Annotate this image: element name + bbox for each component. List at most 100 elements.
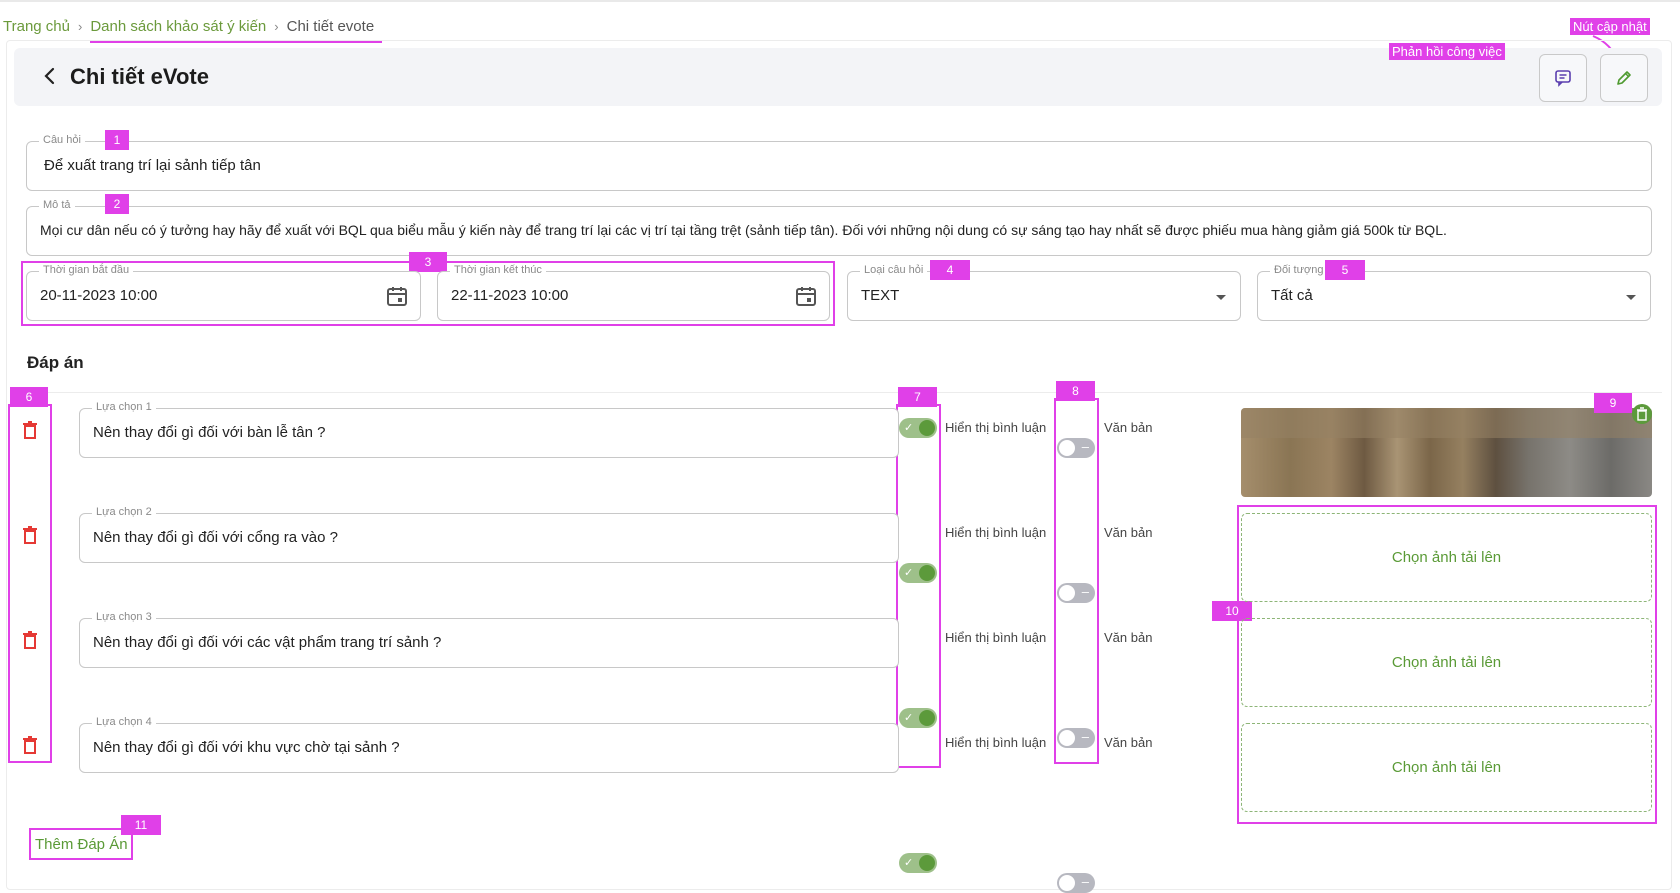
delete-image-button[interactable] [1632, 404, 1652, 424]
answer-option-field[interactable]: Lựa chọn 4 Nên thay đổi gì đối với khu vự… [79, 716, 899, 773]
page-title: Chi tiết eVote [70, 64, 209, 89]
answer-option-value: Nên thay đổi gì đối với khu vực chờ tại … [93, 739, 400, 756]
upload-image-button[interactable]: Chọn ảnh tải lên [1241, 723, 1652, 812]
end-time-value: 22-11-2023 10:00 [451, 287, 569, 304]
trash-icon [23, 736, 37, 754]
feedback-button[interactable] [1539, 54, 1587, 102]
chevron-left-icon [44, 67, 55, 85]
minus-icon: – [1081, 874, 1089, 889]
text-answer-label: Văn bản [1104, 630, 1153, 645]
add-answer-button[interactable]: Thêm Đáp Án [35, 836, 128, 853]
delete-answer-button[interactable] [18, 523, 42, 547]
show-comments-label: Hiển thị bình luận [945, 525, 1047, 540]
annotation-badge-3: 3 [409, 252, 447, 272]
annotation-badge-9: 9 [1594, 393, 1632, 413]
trash-icon [23, 421, 37, 439]
feedback-annotation: Phản hồi công việc [1389, 43, 1505, 60]
question-type-value: TEXT [861, 287, 900, 304]
text-answer-toggle[interactable]: – [1057, 728, 1095, 748]
answer-option-label: Lựa chọn 4 [92, 716, 156, 728]
show-comments-label: Hiển thị bình luận [945, 630, 1047, 645]
answer-image-preview[interactable] [1241, 408, 1652, 497]
caret-down-icon [1626, 295, 1636, 300]
answer-option-field[interactable]: Lựa chọn 2 Nên thay đổi gì đối với cổng r… [79, 506, 899, 563]
text-answer-toggle[interactable]: – [1057, 438, 1095, 458]
toggle-knob [1059, 730, 1075, 746]
delete-column-highlight [8, 404, 52, 763]
text-answer-toggle[interactable]: – [1057, 583, 1095, 603]
comment-icon [1555, 70, 1571, 87]
minus-icon: – [1081, 729, 1089, 744]
toggle-knob [919, 565, 935, 581]
answers-section-title: Đáp án [27, 353, 84, 372]
start-time-value: 20-11-2023 10:00 [40, 287, 158, 304]
question-value: Để xuất trang trí lại sảnh tiếp tân [44, 157, 261, 174]
answer-option-label: Lựa chọn 1 [92, 401, 156, 413]
annotation-badge-5: 5 [1325, 260, 1365, 280]
trash-icon [23, 526, 37, 544]
description-label: Mô tả [39, 199, 75, 211]
audience-select[interactable]: Đối tượng Tất cả [1257, 264, 1651, 321]
check-icon: ✓ [904, 422, 914, 434]
question-label: Câu hỏi [39, 134, 85, 146]
end-time-label: Thời gian kết thúc [450, 264, 546, 276]
show-comments-toggle[interactable]: ✓ [899, 418, 937, 438]
upload-image-button[interactable]: Chọn ảnh tải lên [1241, 513, 1652, 602]
pencil-icon [1617, 71, 1631, 85]
answer-option-value: Nên thay đổi gì đối với bàn lễ tân ? [93, 424, 326, 441]
annotation-badge-2: 2 [105, 194, 129, 214]
annotation-badge-8: 8 [1056, 381, 1095, 401]
toggle-knob [919, 420, 935, 436]
question-field[interactable]: Câu hỏi Để xuất trang trí lại sảnh tiếp … [26, 134, 1652, 191]
annotation-badge-7: 7 [898, 387, 937, 407]
back-button[interactable] [38, 63, 64, 89]
answer-option-label: Lựa chọn 2 [92, 506, 156, 518]
answer-option-value: Nên thay đổi gì đối với cổng ra vào ? [93, 529, 338, 546]
description-field[interactable]: Mô tả Mọi cư dân nếu có ý tưởng hay hãy … [26, 199, 1652, 256]
delete-answer-button[interactable] [18, 418, 42, 442]
check-icon: ✓ [904, 857, 914, 869]
section-divider [14, 392, 1662, 393]
answer-option-field[interactable]: Lựa chọn 3 Nên thay đổi gì đối với các vậ… [79, 611, 899, 668]
delete-answer-button[interactable] [18, 733, 42, 757]
show-comments-toggle[interactable]: ✓ [899, 563, 937, 583]
trash-icon [1637, 407, 1647, 421]
image-wall-shade [1241, 408, 1652, 438]
show-comments-label: Hiển thị bình luận [945, 420, 1047, 435]
audience-label: Đối tượng [1270, 264, 1328, 276]
show-comments-toggle[interactable]: ✓ [899, 708, 937, 728]
description-value: Mọi cư dân nếu có ý tưởng hay hãy để xuấ… [40, 222, 1447, 238]
trash-icon [23, 631, 37, 649]
question-type-select[interactable]: Loại câu hỏi TEXT [847, 264, 1241, 321]
annotation-badge-4: 4 [930, 260, 970, 280]
show-comments-label: Hiển thị bình luận [945, 735, 1047, 750]
toggle-knob [1059, 875, 1075, 891]
text-answer-toggle[interactable]: – [1057, 873, 1095, 893]
question-type-label: Loại câu hỏi [860, 264, 928, 276]
upload-image-button[interactable]: Chọn ảnh tải lên [1241, 618, 1652, 707]
minus-icon: – [1081, 584, 1089, 599]
update-annotation: Nút cập nhật [1570, 18, 1650, 35]
answer-option-label: Lựa chọn 3 [92, 611, 156, 623]
audience-value: Tất cả [1271, 287, 1313, 304]
show-comments-toggle[interactable]: ✓ [899, 853, 937, 873]
answer-option-field[interactable]: Lựa chọn 1 Nên thay đổi gì đối với bàn lễ… [79, 401, 899, 458]
delete-answer-button[interactable] [18, 628, 42, 652]
toggle-knob [1059, 440, 1075, 456]
annotation-badge-6: 6 [10, 387, 48, 407]
start-time-field[interactable]: Thời gian bắt đầu 20-11-2023 10:00 [26, 264, 421, 321]
answer-option-value: Nên thay đổi gì đối với các vật phẩm tra… [93, 634, 442, 651]
toggle-knob [1059, 585, 1075, 601]
caret-down-icon [1216, 295, 1226, 300]
check-icon: ✓ [904, 712, 914, 724]
start-time-label: Thời gian bắt đầu [39, 264, 134, 276]
edit-button[interactable] [1600, 54, 1648, 102]
calendar-icon[interactable] [795, 285, 817, 307]
annotation-badge-1: 1 [105, 130, 129, 150]
text-answer-label: Văn bản [1104, 735, 1153, 750]
text-answer-label: Văn bản [1104, 525, 1153, 540]
end-time-field[interactable]: Thời gian kết thúc 22-11-2023 10:00 [437, 264, 830, 321]
toggle-knob [919, 710, 935, 726]
calendar-icon[interactable] [386, 285, 408, 307]
minus-icon: – [1081, 439, 1089, 454]
